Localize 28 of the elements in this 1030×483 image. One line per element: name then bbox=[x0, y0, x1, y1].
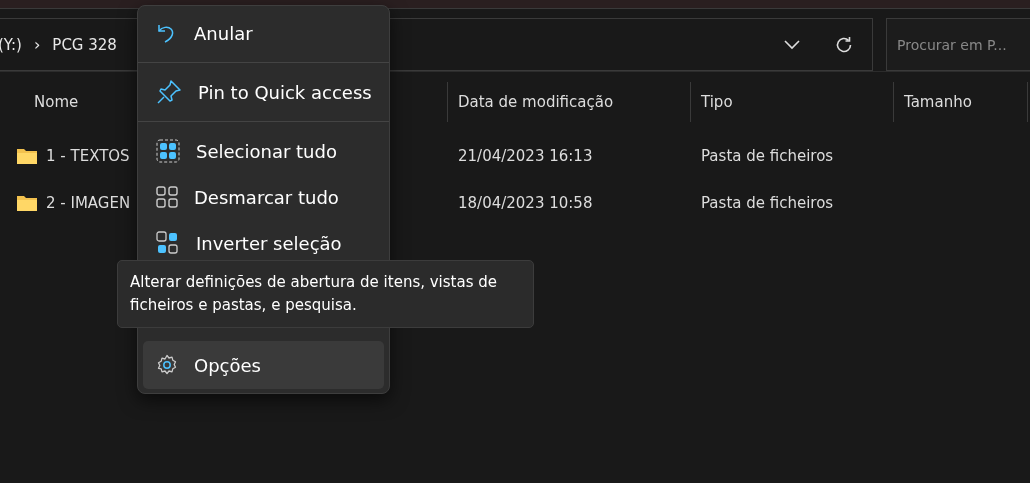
invert-selection-icon bbox=[156, 231, 180, 255]
folder-icon bbox=[16, 193, 38, 212]
column-header[interactable]: Tamanho bbox=[904, 93, 972, 111]
column-header[interactable]: Data de modificação bbox=[458, 93, 614, 111]
select-all-icon bbox=[156, 139, 180, 163]
breadcrumb-separator: › bbox=[33, 35, 41, 54]
settings-icon bbox=[156, 354, 178, 376]
file-name[interactable]: 2 - IMAGEN bbox=[46, 193, 131, 212]
folder-icon bbox=[16, 146, 38, 165]
tooltip: Alterar definições de abertura de itens, vistas de ficheiros e pastas, e pesquisa. bbox=[117, 260, 534, 328]
refresh-icon[interactable] bbox=[834, 34, 854, 55]
menu-item[interactable]: Opções bbox=[143, 341, 384, 389]
chevron-down-icon[interactable] bbox=[784, 39, 800, 50]
menu-item[interactable]: Pin to Quick access bbox=[143, 69, 384, 115]
grid-icon bbox=[156, 186, 178, 208]
breadcrumb[interactable]: (Y:) bbox=[0, 35, 22, 54]
search-field[interactable]: Procurar em P... bbox=[886, 18, 1030, 71]
table-cell: Pasta de ficheiros bbox=[701, 193, 834, 212]
column-header[interactable]: Tipo bbox=[701, 93, 733, 111]
file-name[interactable]: 1 - TEXTOS bbox=[46, 146, 130, 165]
table-cell: 21/04/2023 16:13 bbox=[458, 146, 593, 165]
table-cell: 18/04/2023 10:58 bbox=[458, 193, 593, 212]
menu-item[interactable]: Selecionar tudo bbox=[143, 128, 384, 174]
pin-icon bbox=[156, 79, 182, 105]
column-header[interactable]: Nome bbox=[34, 93, 79, 111]
breadcrumb[interactable]: PCG 328 bbox=[52, 35, 117, 54]
table-cell: Pasta de ficheiros bbox=[701, 146, 834, 165]
menu-item[interactable]: Desmarcar tudo bbox=[143, 174, 384, 220]
